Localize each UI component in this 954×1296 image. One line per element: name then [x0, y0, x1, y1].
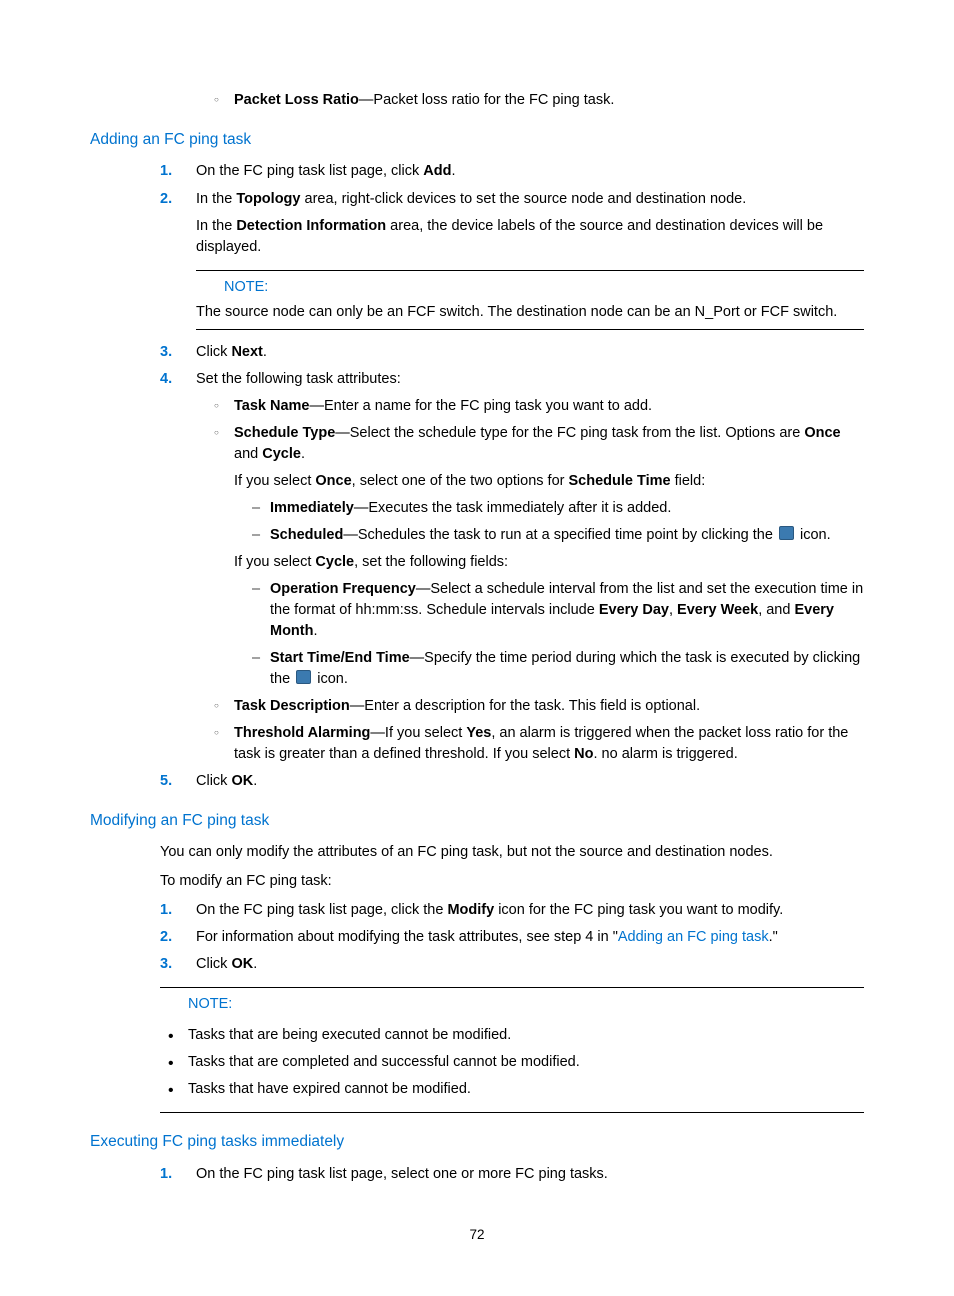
- list-item: Task Description—Enter a description for…: [214, 696, 864, 717]
- list-item: Threshold Alarming—If you select Yes, an…: [214, 723, 864, 765]
- text: On the FC ping task list page, click Add…: [196, 163, 455, 179]
- text: Set the following task attributes:: [196, 371, 401, 387]
- text: In the Topology area, right-click device…: [196, 189, 864, 210]
- add-steps-list-cont: 3. Click Next. 4. Set the following task…: [90, 342, 864, 792]
- note-items: Tasks that are being executed cannot be …: [160, 1025, 864, 1100]
- list-item: Scheduled—Schedules the task to run at a…: [252, 525, 864, 546]
- add-steps-list: 1. On the FC ping task list page, click …: [90, 161, 864, 257]
- text: Click OK.: [196, 773, 257, 789]
- list-item: Task Name—Enter a name for the FC ping t…: [214, 396, 864, 417]
- execute-steps-list: 1. On the FC ping task list page, select…: [90, 1164, 864, 1185]
- text: In the Detection Information area, the d…: [196, 216, 864, 258]
- heading-modifying-fc-ping-task: Modifying an FC ping task: [90, 810, 864, 832]
- step-2: 2. For information about modifying the t…: [160, 927, 864, 948]
- step-number: 5.: [160, 771, 172, 792]
- heading-executing-fc-ping-tasks: Executing FC ping tasks immediately: [90, 1131, 864, 1153]
- note-body: The source node can only be an FCF switc…: [196, 302, 864, 323]
- step-4: 4. Set the following task attributes: Ta…: [160, 369, 864, 765]
- step-number: 2.: [160, 189, 172, 210]
- text: On the FC ping task list page, click the…: [196, 902, 783, 918]
- step-number: 3.: [160, 954, 172, 975]
- step-1: 1. On the FC ping task list page, click …: [160, 161, 864, 182]
- term: Packet Loss Ratio: [234, 92, 359, 108]
- note-label: NOTE:: [160, 992, 864, 1019]
- calendar-icon: [779, 526, 794, 540]
- step-2: 2. In the Topology area, right-click dev…: [160, 189, 864, 258]
- step-3: 3. Click OK.: [160, 954, 864, 975]
- list-item: Packet Loss Ratio—Packet loss ratio for …: [196, 90, 864, 111]
- modify-steps-list: 1. On the FC ping task list page, click …: [90, 900, 864, 975]
- note-block: NOTE: Tasks that are being executed cann…: [160, 987, 864, 1113]
- calendar-icon: [296, 670, 311, 684]
- list-item: Immediately—Executes the task immediatel…: [252, 498, 864, 519]
- list-item: Start Time/End Time—Specify the time per…: [252, 648, 864, 690]
- note-label: NOTE:: [196, 275, 864, 302]
- link-adding-fc-ping-task[interactable]: Adding an FC ping task: [618, 929, 769, 945]
- step-number: 1.: [160, 161, 172, 182]
- step-3: 3. Click Next.: [160, 342, 864, 363]
- continuation-list: Packet Loss Ratio—Packet loss ratio for …: [90, 90, 864, 111]
- step-number: 4.: [160, 369, 172, 390]
- text: On the FC ping task list page, select on…: [196, 1166, 608, 1182]
- note-block: NOTE: The source node can only be an FCF…: [196, 270, 864, 330]
- step-1: 1. On the FC ping task list page, click …: [160, 900, 864, 921]
- text: For information about modifying the task…: [196, 929, 778, 945]
- page-number: 72: [90, 1225, 864, 1245]
- step-number: 2.: [160, 927, 172, 948]
- step-1: 1. On the FC ping task list page, select…: [160, 1164, 864, 1185]
- text: Click OK.: [196, 956, 257, 972]
- step-number: 1.: [160, 900, 172, 921]
- cycle-options: Operation Frequency—Select a schedule in…: [252, 579, 864, 690]
- paragraph: You can only modify the attributes of an…: [160, 842, 864, 863]
- once-options: Immediately—Executes the task immediatel…: [252, 498, 864, 546]
- step-number: 3.: [160, 342, 172, 363]
- text: Click Next.: [196, 344, 267, 360]
- attribute-list: Task Name—Enter a name for the FC ping t…: [214, 396, 864, 765]
- step-5: 5. Click OK.: [160, 771, 864, 792]
- text: If you select Once, select one of the tw…: [234, 471, 864, 492]
- list-item: Schedule Type—Select the schedule type f…: [214, 423, 864, 690]
- paragraph: To modify an FC ping task:: [160, 871, 864, 892]
- text: If you select Cycle, set the following f…: [234, 552, 864, 573]
- list-item: Tasks that have expired cannot be modifi…: [160, 1079, 864, 1100]
- list-item: Tasks that are completed and successful …: [160, 1052, 864, 1073]
- list-item: Operation Frequency—Select a schedule in…: [252, 579, 864, 642]
- desc: —Packet loss ratio for the FC ping task.: [359, 92, 614, 108]
- list-item: Tasks that are being executed cannot be …: [160, 1025, 864, 1046]
- step-number: 1.: [160, 1164, 172, 1185]
- heading-adding-fc-ping-task: Adding an FC ping task: [90, 129, 864, 151]
